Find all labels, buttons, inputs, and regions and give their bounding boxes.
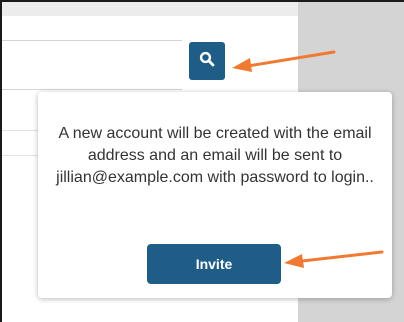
arrow-annotation [232, 50, 336, 72]
top-strip [2, 2, 298, 16]
table-row-divider [2, 130, 38, 131]
invite-button[interactable]: Invite [147, 244, 281, 284]
arrow-annotation [284, 250, 384, 268]
search-input[interactable] [2, 40, 182, 90]
search-icon [199, 51, 215, 72]
invite-confirmation-message: A new account will be created with the e… [56, 125, 374, 186]
window-border-top [0, 0, 404, 2]
search-button[interactable] [189, 42, 225, 80]
table-row-divider [2, 155, 38, 156]
